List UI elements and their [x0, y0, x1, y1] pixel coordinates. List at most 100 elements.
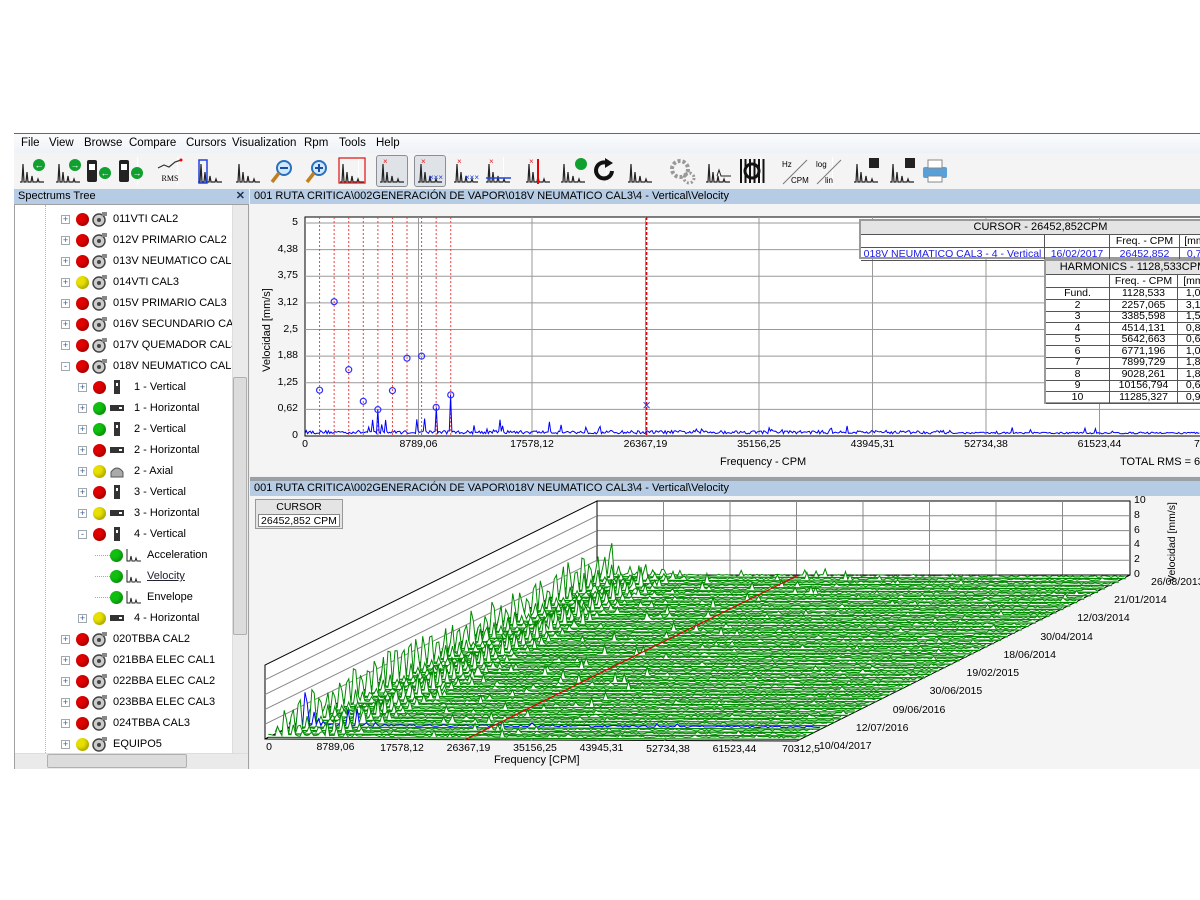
expand-toggle[interactable]: + [61, 256, 70, 266]
y-tick-label: 0,62 [277, 402, 298, 415]
menu-rpm[interactable]: Rpm [304, 137, 328, 149]
tree-item[interactable]: +011VTI CAL2 [61, 209, 178, 229]
zoom-out-button[interactable] [266, 155, 298, 187]
tree-item[interactable]: +015V PRIMARIO CAL3 [61, 293, 227, 313]
tree-item[interactable]: +1 - Vertical [78, 377, 186, 397]
pan-button[interactable] [232, 155, 264, 187]
expand-toggle[interactable]: + [61, 277, 70, 287]
expand-toggle[interactable]: + [61, 340, 70, 350]
menu-browse[interactable]: Browse [84, 137, 122, 149]
rms-trend-button[interactable]: RMS [154, 155, 186, 187]
tree-item[interactable]: +3 - Vertical [78, 482, 186, 502]
tree-item[interactable]: +016V SECUNDARIO CAL3 [61, 314, 246, 334]
scrollbar-thumb[interactable] [47, 754, 187, 768]
tree-item[interactable]: Envelope [95, 587, 193, 607]
add-reference-button[interactable] [557, 155, 589, 187]
save-spectrum-button[interactable] [850, 155, 882, 187]
collapse-toggle[interactable]: - [61, 361, 70, 371]
expand-toggle[interactable]: + [61, 634, 70, 644]
menu-file[interactable]: File [21, 137, 40, 149]
menu-cursors[interactable]: Cursors [186, 137, 226, 149]
harmonic-cursor-button[interactable]: × ××× [414, 155, 446, 187]
tree-item[interactable]: +022BBA ELEC CAL2 [61, 671, 215, 691]
tree-item[interactable]: +4 - Horizontal [78, 608, 199, 628]
rpm-sync-button[interactable] [736, 155, 768, 187]
single-cursor-button[interactable]: × [376, 155, 408, 187]
tree-item[interactable]: +3 - Horizontal [78, 503, 199, 523]
menu-visualization[interactable]: Visualization [232, 137, 296, 149]
expand-toggle[interactable]: + [61, 718, 70, 728]
expand-toggle[interactable]: + [78, 445, 87, 455]
tree-item[interactable]: Velocity [95, 566, 185, 586]
close-icon[interactable]: ✕ [236, 189, 245, 202]
tree-item[interactable]: +2 - Horizontal [78, 440, 199, 460]
expand-toggle[interactable]: + [61, 655, 70, 665]
harmonics-table: HARMONICS - 1128,533CPMFreq. - CPM[mm/s]… [1044, 259, 1200, 404]
add-reference-icon [561, 158, 587, 183]
spectrum-back-button[interactable]: ← [16, 155, 48, 187]
tree-connector [95, 554, 110, 556]
print-button[interactable] [919, 155, 951, 187]
scrollbar-thumb[interactable] [233, 377, 247, 635]
collapse-toggle[interactable]: - [78, 529, 87, 539]
sensor-forward-button[interactable]: → [114, 155, 146, 187]
settings-gear-button[interactable] [666, 155, 698, 187]
tree-item[interactable]: +013V NEUMATICO CAL2 [61, 251, 238, 271]
axial-sensor-icon [109, 463, 125, 479]
waterfall-button[interactable] [702, 155, 734, 187]
sensor-back-button[interactable]: ← [82, 155, 114, 187]
expand-toggle[interactable]: + [78, 466, 87, 476]
menu-compare[interactable]: Compare [129, 137, 176, 149]
expand-toggle[interactable]: + [78, 382, 87, 392]
expand-toggle[interactable]: + [78, 613, 87, 623]
waterfall-chart-panel[interactable]: 0 8789,06 17578,12 26367,19 35156,25 43945,31… [250, 496, 1200, 769]
expand-toggle[interactable]: + [78, 403, 87, 413]
z-tick-label: 8 [1134, 508, 1140, 521]
menu-view[interactable]: View [49, 137, 74, 149]
tree-item[interactable]: +012V PRIMARIO CAL2 [61, 230, 227, 250]
tree-item[interactable]: - 018V NEUMATICO CAL3 [61, 356, 238, 376]
expand-toggle[interactable]: + [78, 487, 87, 497]
tree-item[interactable]: +021BBA ELEC CAL1 [61, 650, 215, 670]
tree-item[interactable]: +017V QUEMADOR CAL3 [61, 335, 237, 355]
menu-help[interactable]: Help [376, 137, 400, 149]
tree-item[interactable]: - 4 - Vertical [78, 524, 186, 544]
refresh-button[interactable] [589, 155, 621, 187]
tree-item[interactable]: Acceleration [95, 545, 208, 565]
tree-item[interactable]: +020TBBA CAL2 [61, 629, 190, 649]
tree-item[interactable]: + EQUIPO5 [61, 734, 162, 754]
pump-icon [92, 253, 108, 269]
sideband-cursor-button[interactable]: × [522, 155, 554, 187]
harmonics-table-cell: 7899,729 [1110, 357, 1178, 369]
multi-peak-button[interactable]: × ××× [450, 155, 482, 187]
expand-toggle[interactable]: + [61, 214, 70, 224]
toggle-label-bottom: lin [825, 176, 833, 185]
expand-toggle[interactable]: + [61, 298, 70, 308]
x-axis-label: Frequency - CPM [720, 456, 807, 468]
threshold-button[interactable]: × [482, 155, 514, 187]
expand-toggle[interactable]: + [78, 424, 87, 434]
reference-spectrum-button[interactable] [624, 155, 656, 187]
tree-item[interactable]: +014VTI CAL3 [61, 272, 179, 292]
export-spectrum-button[interactable] [886, 155, 918, 187]
band-select-button[interactable] [194, 155, 226, 187]
tree-item[interactable]: +023BBA ELEC CAL3 [61, 692, 215, 712]
spectrum-forward-button[interactable]: → [52, 155, 84, 187]
tree-item[interactable]: +024TBBA CAL3 [61, 713, 190, 733]
expand-toggle[interactable]: + [61, 319, 70, 329]
expand-toggle[interactable]: + [78, 508, 87, 518]
expand-toggle[interactable]: + [61, 235, 70, 245]
tree-item[interactable]: +1 - Horizontal [78, 398, 199, 418]
tree-item[interactable]: +2 - Axial [78, 461, 173, 481]
log-lin-toggle-button[interactable]: log lin [812, 155, 844, 187]
spectrum-chart-panel[interactable]: 0 0,62 1,25 1,88 2,5 3,12 3,75 4,38 5 0 8789,06 175… [250, 204, 1200, 476]
expand-toggle[interactable]: + [61, 676, 70, 686]
tree-item[interactable]: +2 - Vertical [78, 419, 186, 439]
pump-icon [92, 652, 108, 668]
expand-toggle[interactable]: + [61, 739, 70, 749]
zoom-box-button[interactable] [336, 155, 368, 187]
expand-toggle[interactable]: + [61, 697, 70, 707]
zoom-in-button[interactable] [301, 155, 333, 187]
hz-cpm-toggle-button[interactable]: Hz CPM [778, 155, 810, 187]
menu-tools[interactable]: Tools [339, 137, 366, 149]
